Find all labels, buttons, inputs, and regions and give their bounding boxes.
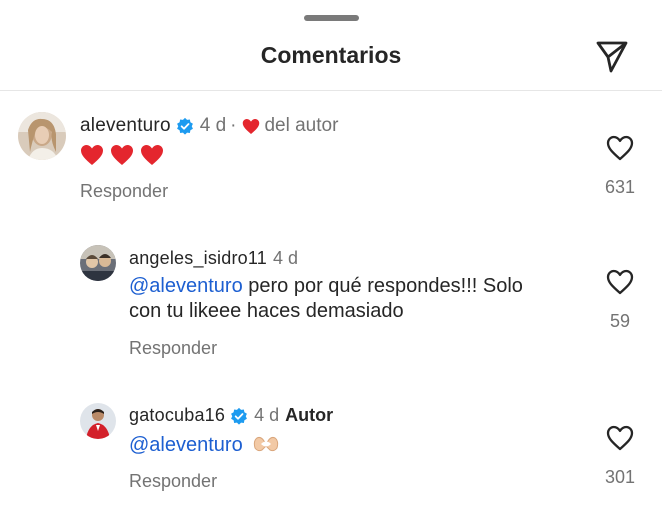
avatar[interactable] xyxy=(80,245,116,281)
comment-age: 4 d xyxy=(199,115,227,136)
paper-plane-icon[interactable] xyxy=(594,38,630,74)
avatar[interactable] xyxy=(80,403,116,439)
comment-username[interactable]: angeles_isidro11 xyxy=(129,248,267,269)
sheet-grabber-handle[interactable] xyxy=(304,15,359,21)
comment-username[interactable]: gatocuba16 xyxy=(129,405,225,426)
like-count: 59 xyxy=(609,311,631,331)
heart-hands-icon xyxy=(254,436,279,452)
like-count: 301 xyxy=(604,467,636,487)
red-heart-icon xyxy=(243,118,260,134)
red-heart-icon xyxy=(81,144,103,165)
reply-button[interactable]: Responder xyxy=(129,471,217,492)
author-liked-label: del autor xyxy=(264,115,339,136)
red-heart-icon xyxy=(141,144,163,165)
heart-outline-icon[interactable] xyxy=(605,424,635,452)
comment-line: @aleventuro pero por qué respondes!!! So… xyxy=(129,274,589,299)
comment-text: @aleventuro pero por qué respondes!!! So… xyxy=(129,274,589,324)
comment-line: con tu likeee haces demasiado xyxy=(129,300,404,322)
reply-button[interactable]: Responder xyxy=(129,338,217,359)
heart-outline-icon[interactable] xyxy=(605,268,635,296)
mention-link[interactable]: @aleventuro xyxy=(129,275,243,297)
meta-separator: · xyxy=(230,115,237,136)
comment-age: 4 d xyxy=(254,405,280,425)
comment-age: 4 d xyxy=(272,248,298,268)
comment-header: gatocuba16 4 d Autor xyxy=(129,405,333,426)
verified-badge-icon xyxy=(231,407,248,425)
comment-header: aleventuro 4 d · del autor xyxy=(80,115,338,137)
comment-text: ❤️❤️❤️ xyxy=(80,142,170,170)
comment-header: angeles_isidro11 4 d xyxy=(129,248,298,269)
red-heart-icon xyxy=(111,144,133,165)
mention-link[interactable]: @aleventuro xyxy=(129,434,243,456)
page-title: Comentarios xyxy=(260,42,402,68)
comment-text: @aleventuro 🫶🏼 xyxy=(129,433,280,458)
reply-button[interactable]: Responder xyxy=(80,181,168,202)
like-count: 631 xyxy=(604,177,636,197)
verified-badge-icon xyxy=(176,117,193,135)
heart-outline-icon[interactable] xyxy=(605,134,635,162)
avatar[interactable] xyxy=(18,112,66,160)
comment-username[interactable]: aleventuro xyxy=(80,115,171,137)
header-divider xyxy=(0,90,662,91)
comment-text-part: pero por qué respondes!!! Solo xyxy=(242,275,523,297)
author-badge: Autor xyxy=(285,405,334,425)
